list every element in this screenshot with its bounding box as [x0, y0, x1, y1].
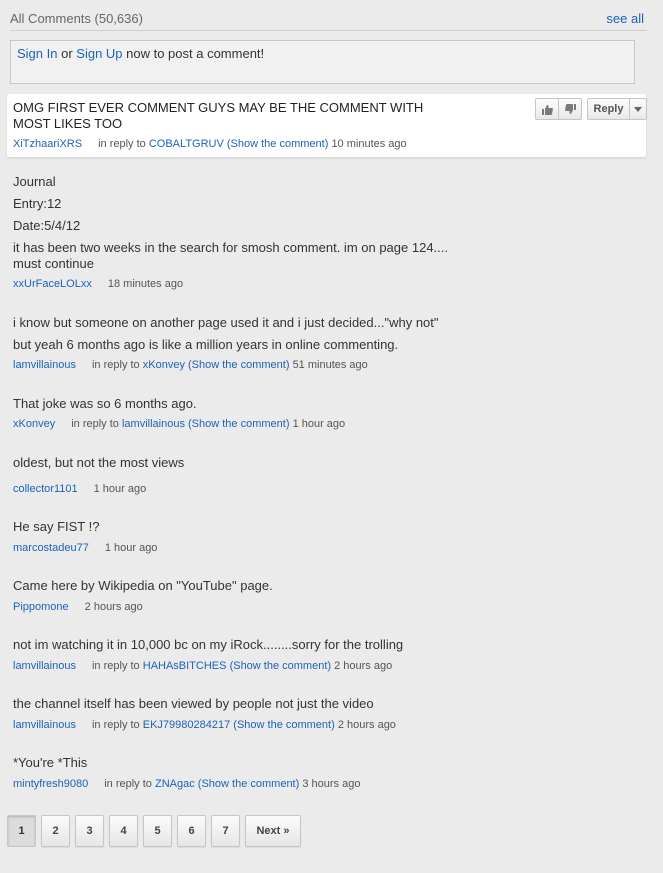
comment-meta: XiTzhaariXRS in reply to COBALTGRUV (Show…	[13, 138, 407, 150]
reply-options-dropdown[interactable]	[630, 98, 647, 120]
comment-author-link[interactable]: marcostadeu77	[13, 542, 89, 554]
comment-author-link[interactable]: mintyfresh9080	[13, 778, 88, 790]
show-comment-link[interactable]: (Show the comment)	[227, 138, 328, 150]
comment-author-link[interactable]: lamvillainous	[13, 359, 76, 371]
comment-meta: lamvillainous in reply to xKonvey (Show t…	[13, 359, 368, 371]
comment-author-link[interactable]: lamvillainous	[13, 660, 76, 672]
comment-time: 1 hour ago	[93, 483, 147, 495]
comment-meta: marcostadeu77 1 hour ago	[13, 542, 157, 554]
comment-author-link[interactable]: collector1101	[13, 483, 78, 495]
in-reply-to-text: in reply to	[104, 778, 152, 790]
comment-text: the channel itself has been viewed by pe…	[13, 696, 374, 711]
comment-time: 10 minutes ago	[331, 138, 407, 150]
or-text: or	[57, 46, 77, 61]
comment-text: but yeah 6 months ago is like a million …	[13, 337, 399, 352]
page-button-6[interactable]: 6	[177, 815, 206, 847]
comment-text: He say FIST !?	[13, 519, 100, 534]
post-prompt-text: now to post a comment!	[122, 46, 265, 61]
list-item: He say FIST !? marcostadeu77 1 hour ago	[13, 519, 473, 559]
show-comment-link[interactable]: (Show the comment)	[230, 660, 331, 672]
in-reply-to-text: in reply to	[91, 359, 140, 371]
page-button-3[interactable]: 3	[75, 815, 104, 847]
comment-text: Journal	[13, 174, 56, 189]
comment-actions: Reply	[535, 98, 647, 120]
comment-author-link[interactable]: XiTzhaariXRS	[13, 138, 82, 150]
like-button[interactable]	[535, 98, 559, 120]
comment-meta: xKonvey in reply to lamvillainous (Show t…	[13, 418, 345, 430]
sign-in-prompt: Sign In or Sign Up now to post a comment…	[10, 40, 635, 84]
page-button-2[interactable]: 2	[41, 815, 70, 847]
list-item: oldest, but not the most views collector…	[13, 455, 473, 497]
comment-meta: lamvillainous in reply to HAHAsBITCHES (S…	[13, 660, 392, 672]
next-page-button[interactable]: Next »	[245, 815, 301, 847]
comment-text: not im watching it in 10,000 bc on my iR…	[13, 637, 404, 652]
comment-author-link[interactable]: xxUrFaceLOLxx	[13, 278, 92, 290]
comment-time: 51 minutes ago	[292, 359, 368, 371]
list-item: Journal Entry:12 Date:5/4/12 it has been…	[13, 174, 473, 296]
comment-meta: lamvillainous in reply to EKJ79980284217 …	[13, 719, 396, 731]
reply-user-link[interactable]: EKJ79980284217	[143, 719, 230, 731]
comment-time: 2 hours ago	[337, 719, 396, 731]
page-button-1[interactable]: 1	[7, 815, 36, 847]
top-comment: OMG FIRST EVER COMMENT GUYS MAY BE THE C…	[7, 94, 647, 157]
comment-text: Date:5/4/12	[13, 218, 81, 233]
thumbs-up-icon	[541, 104, 553, 115]
comment-time: 18 minutes ago	[107, 278, 184, 290]
list-item: That joke was so 6 months ago. xKonvey in…	[13, 396, 473, 436]
page-button-4[interactable]: 4	[109, 815, 138, 847]
page-button-7[interactable]: 7	[211, 815, 240, 847]
in-reply-to-text: in reply to	[91, 719, 140, 731]
comment-author-link[interactable]: Pippomone	[13, 601, 69, 613]
reply-button[interactable]: Reply	[587, 98, 630, 120]
comment-text: Entry:12	[13, 196, 62, 211]
chevron-down-icon	[634, 106, 642, 112]
comment-meta: Pippomone 2 hours ago	[13, 601, 143, 613]
reply-user-link[interactable]: xKonvey	[143, 359, 185, 371]
thumbs-down-icon	[564, 103, 576, 115]
reply-user-link[interactable]: HAHAsBITCHES	[143, 660, 227, 672]
reply-user-link[interactable]: lamvillainous	[122, 418, 185, 430]
comment-text: it has been two weeks in the search for …	[13, 240, 448, 255]
comment-text: must continue	[13, 256, 94, 271]
comment-text: That joke was so 6 months ago.	[13, 396, 197, 411]
comment-time: 1 hour ago	[292, 418, 346, 430]
sign-up-link[interactable]: Sign Up	[76, 46, 122, 61]
comment-meta: collector1101 1 hour ago	[13, 483, 146, 495]
list-item: the channel itself has been viewed by pe…	[13, 696, 473, 736]
comment-time: 2 hours ago	[84, 601, 143, 613]
comment-time: 2 hours ago	[334, 660, 393, 672]
comment-text: OMG FIRST EVER COMMENT GUYS MAY BE THE C…	[13, 100, 424, 131]
show-comment-link[interactable]: (Show the comment)	[188, 418, 289, 430]
comment-time: 1 hour ago	[104, 542, 158, 554]
comment-time: 3 hours ago	[302, 778, 361, 790]
comment-meta: xxUrFaceLOLxx 18 minutes ago	[13, 278, 183, 290]
page-button-5[interactable]: 5	[143, 815, 172, 847]
in-reply-to-text: in reply to	[98, 138, 146, 150]
show-comment-link[interactable]: (Show the comment)	[233, 719, 334, 731]
in-reply-to-text: in reply to	[91, 660, 140, 672]
in-reply-to-text: in reply to	[71, 418, 119, 430]
show-comment-link[interactable]: (Show the comment)	[188, 359, 289, 371]
comment-author-link[interactable]: xKonvey	[13, 418, 55, 430]
comments-header: All Comments (50,636) see all	[10, 10, 647, 31]
reply-user-link[interactable]: ZNAgac	[155, 778, 195, 790]
comment-text: *You're *This	[13, 755, 88, 770]
see-all-link[interactable]: see all	[606, 11, 644, 26]
show-comment-link[interactable]: (Show the comment)	[198, 778, 299, 790]
sign-in-link[interactable]: Sign In	[17, 46, 57, 61]
comment-text: i know but someone on another page used …	[13, 315, 439, 330]
reply-user-link[interactable]: COBALTGRUV	[149, 138, 224, 150]
list-item: Came here by Wikipedia on "YouTube" page…	[13, 578, 473, 618]
dislike-button[interactable]	[559, 98, 582, 120]
list-item: not im watching it in 10,000 bc on my iR…	[13, 637, 473, 677]
comments-count-title: All Comments (50,636)	[10, 11, 143, 26]
list-item: *You're *This mintyfresh9080 in reply to …	[13, 755, 473, 795]
comment-meta: mintyfresh9080 in reply to ZNAgac (Show t…	[13, 778, 360, 790]
comment-author-link[interactable]: lamvillainous	[13, 719, 76, 731]
list-item: i know but someone on another page used …	[13, 315, 473, 377]
comment-text: Came here by Wikipedia on "YouTube" page…	[13, 578, 273, 593]
comment-text: oldest, but not the most views	[13, 455, 185, 470]
